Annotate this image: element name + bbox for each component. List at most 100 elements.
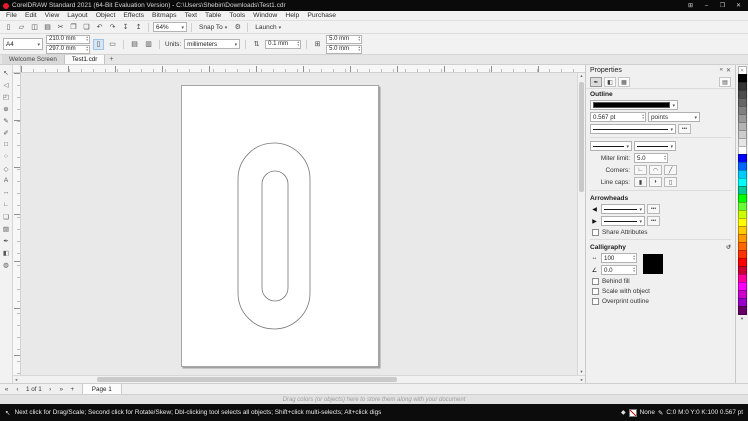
last-page-button[interactable]: » — [57, 384, 66, 394]
save-icon[interactable]: ◫ — [29, 22, 40, 33]
dimension-tool[interactable]: ↔ — [1, 187, 12, 198]
open-icon[interactable]: ▱ — [16, 22, 27, 33]
add-page-button[interactable]: + — [68, 384, 77, 394]
close-panel-icon[interactable]: ✕ — [726, 67, 731, 74]
document-palette-bar[interactable]: Drag colors (or objects) here to store t… — [0, 394, 748, 404]
connector-tool[interactable]: ∟ — [1, 199, 12, 210]
miter-limit-input[interactable]: 5.0 — [634, 153, 668, 163]
menu-item[interactable]: File — [2, 12, 21, 19]
dock-panel-icon[interactable]: « — [720, 67, 723, 74]
minimize-button[interactable]: – — [700, 3, 713, 9]
all-pages-button[interactable]: ▤ — [129, 39, 140, 50]
options-gear-icon[interactable]: ⚙ — [232, 22, 243, 33]
polygon-tool[interactable]: ◇ — [1, 163, 12, 174]
tab-test1-cdr[interactable]: Test1.cdr — [64, 55, 106, 64]
page-properties-tab-icon[interactable]: ▤ — [719, 77, 731, 87]
maximize-button[interactable]: ❐ — [716, 2, 729, 9]
menu-item[interactable]: Table — [201, 12, 225, 19]
outline-position-dropdown[interactable] — [590, 141, 632, 151]
transparency-tab-icon[interactable]: ▦ — [618, 77, 630, 87]
start-arrowhead-dropdown[interactable] — [601, 204, 645, 214]
ellipse-tool[interactable]: ○ — [1, 151, 12, 162]
start-arrowhead-options-button[interactable]: ••• — [647, 204, 660, 214]
menu-item[interactable]: Help — [281, 12, 303, 19]
smart-fill-tool[interactable]: ◍ — [1, 259, 12, 270]
undo-icon[interactable]: ↶ — [94, 22, 105, 33]
print-icon[interactable]: ▤ — [42, 22, 53, 33]
outline-color-dropdown[interactable] — [590, 100, 678, 110]
nudge-distance-input[interactable]: 0.1 mm — [265, 39, 302, 49]
import-icon[interactable]: ↧ — [120, 22, 131, 33]
menu-item[interactable]: View — [41, 12, 64, 19]
zoom-level-dropdown[interactable]: 64% — [153, 22, 187, 32]
menu-item[interactable]: Object — [92, 12, 120, 19]
current-page-button[interactable]: ▥ — [143, 39, 154, 50]
spinner-arrows-icon[interactable] — [86, 36, 88, 42]
spinner-arrows-icon[interactable] — [358, 46, 360, 52]
corner-style-button[interactable]: ◠ — [649, 165, 662, 175]
interactive-fill-tool[interactable]: ◧ — [1, 247, 12, 258]
scroll-right-icon[interactable]: ▸ — [581, 377, 583, 383]
first-page-button[interactable]: « — [2, 384, 11, 394]
launch-dropdown[interactable]: Launch — [252, 24, 284, 31]
ruler-origin[interactable] — [13, 65, 21, 73]
menu-item[interactable]: Effects — [119, 12, 148, 19]
palette-scroll-down-icon[interactable]: ▾ — [741, 316, 743, 322]
page-width-input[interactable]: 210.0 mm — [46, 34, 90, 44]
redo-icon[interactable]: ↷ — [107, 22, 118, 33]
fill-none-swatch[interactable] — [628, 408, 637, 417]
corner-style-button[interactable]: ∟ — [634, 165, 647, 175]
paste-icon[interactable]: ❏ — [81, 22, 92, 33]
outline-settings-button[interactable]: ••• — [678, 124, 691, 134]
menu-item[interactable]: Window — [249, 12, 281, 19]
duplicate-y-input[interactable]: 5.0 mm — [326, 44, 363, 54]
cut-icon[interactable]: ✂ — [55, 22, 66, 33]
text-tool[interactable]: A — [1, 175, 12, 186]
rectangle-tool[interactable]: □ — [1, 139, 12, 150]
horizontal-scrollbar[interactable]: ◂ ▸ — [13, 375, 585, 383]
portrait-button[interactable]: ▯ — [93, 38, 104, 50]
spinner-arrows-icon[interactable] — [633, 267, 635, 273]
snap-to-dropdown[interactable]: Snap To — [196, 24, 230, 31]
corner-style-button[interactable]: ╱ — [664, 165, 677, 175]
landscape-button[interactable]: ▭ — [107, 39, 118, 50]
spinner-arrows-icon[interactable] — [664, 155, 666, 161]
drop-shadow-tool[interactable]: ❏ — [1, 211, 12, 222]
end-arrowhead-options-button[interactable]: ••• — [647, 216, 660, 226]
nib-angle-input[interactable]: 0.0 — [601, 265, 637, 275]
transparency-tool[interactable]: ▨ — [1, 223, 12, 234]
canvas[interactable] — [21, 73, 577, 375]
menu-item[interactable]: Bitmaps — [148, 12, 181, 19]
new-document-tab-button[interactable]: + — [105, 55, 117, 64]
numeral-zero-shape[interactable] — [182, 86, 380, 368]
scale-with-object-checkbox[interactable] — [592, 287, 599, 295]
page-size-dropdown[interactable]: A4 — [3, 38, 43, 50]
zoom-tool[interactable]: ⊕ — [1, 103, 12, 114]
page-1-tab[interactable]: Page 1 — [81, 384, 122, 394]
end-arrowhead-dropdown[interactable] — [601, 216, 645, 226]
drawing-page[interactable] — [181, 85, 379, 367]
spinner-arrows-icon[interactable] — [86, 46, 88, 52]
outline-style-options-dropdown[interactable] — [634, 141, 676, 151]
outline-width-input[interactable]: 0.567 pt — [590, 112, 646, 122]
line-cap-button[interactable]: ▯ — [664, 177, 677, 187]
outline-tab-icon[interactable]: ✒ — [590, 77, 602, 87]
crop-tool[interactable]: ◰ — [1, 91, 12, 102]
artistic-media-tool[interactable]: ✐ — [1, 127, 12, 138]
scroll-left-icon[interactable]: ◂ — [15, 377, 17, 383]
spinner-arrows-icon[interactable] — [642, 114, 644, 120]
page-height-input[interactable]: 297.0 mm — [46, 44, 90, 54]
scroll-up-icon[interactable]: ▴ — [580, 73, 582, 79]
units-dropdown[interactable]: millimeters — [184, 39, 241, 49]
freehand-tool[interactable]: ✎ — [1, 115, 12, 126]
menu-item[interactable]: Edit — [21, 12, 41, 19]
vertical-scroll-thumb[interactable] — [579, 82, 584, 192]
nib-stretch-input[interactable]: 100 — [601, 253, 637, 263]
share-attributes-checkbox[interactable] — [592, 228, 599, 236]
menu-item[interactable]: Tools — [225, 12, 249, 19]
previous-page-button[interactable]: ‹ — [13, 384, 22, 394]
horizontal-ruler[interactable] — [21, 65, 585, 73]
color-swatch[interactable] — [737, 306, 747, 315]
line-cap-button[interactable]: ◗ — [649, 177, 662, 187]
menu-item[interactable]: Text — [181, 12, 201, 19]
